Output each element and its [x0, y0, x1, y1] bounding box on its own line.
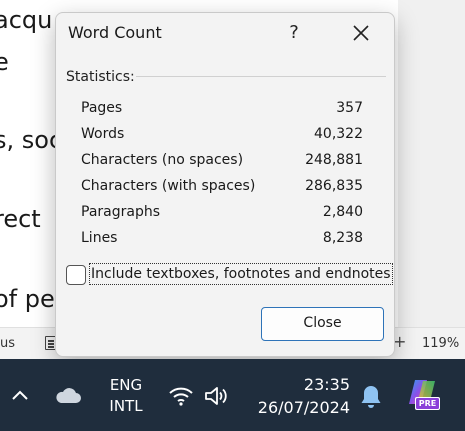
- document-text: acqu: [0, 6, 53, 34]
- statistics-label: Statistics:: [66, 69, 135, 85]
- show-hidden-icons-chevron-icon[interactable]: [10, 387, 30, 406]
- stat-value: 357: [336, 100, 363, 116]
- zoom-in-icon[interactable]: +: [393, 332, 406, 351]
- stat-label: Words: [81, 126, 125, 142]
- word-count-dialog: Word Count ? Statistics: Pages 357 Words…: [55, 12, 395, 357]
- stat-label: Characters (no spaces): [81, 152, 244, 168]
- include-textboxes-label[interactable]: Include textboxes, footnotes and endnote…: [89, 263, 393, 285]
- stat-row-pages: Pages 357: [81, 97, 363, 123]
- stat-value: 286,835: [305, 178, 363, 194]
- document-text: of pe: [0, 285, 55, 313]
- include-textboxes-checkbox[interactable]: [66, 265, 86, 285]
- document-margin: [398, 0, 465, 327]
- stat-value: 8,238: [322, 230, 363, 246]
- clock-time: 23:35: [303, 375, 350, 394]
- volume-icon[interactable]: [203, 385, 231, 411]
- stat-label: Lines: [81, 230, 118, 246]
- wifi-icon[interactable]: [168, 385, 194, 411]
- input-language-indicator[interactable]: ENG INTL: [100, 375, 152, 417]
- stat-label: Pages: [81, 100, 123, 116]
- document-text: rect: [0, 205, 41, 233]
- stat-value: 248,881: [305, 152, 363, 168]
- stat-label: Characters (with spaces): [81, 178, 256, 194]
- stat-label: Paragraphs: [81, 204, 161, 220]
- zoom-level[interactable]: 119%: [422, 336, 459, 351]
- copilot-preview-icon[interactable]: PRE: [405, 377, 443, 417]
- close-icon-glyph: [353, 25, 369, 41]
- statistics-table: Pages 357 Words 40,322 Characters (no sp…: [81, 97, 363, 253]
- close-icon[interactable]: [346, 19, 376, 47]
- stat-row-lines: Lines 8,238: [81, 227, 363, 253]
- stat-row-characters-with-spaces: Characters (with spaces) 286,835: [81, 175, 363, 201]
- clock-date: 26/07/2024: [257, 398, 350, 417]
- status-text[interactable]: us: [0, 336, 15, 351]
- system-clock[interactable]: 23:35 26/07/2024: [250, 373, 350, 419]
- onedrive-cloud-icon[interactable]: [54, 387, 82, 409]
- stat-value: 40,322: [314, 126, 363, 142]
- help-button[interactable]: ?: [282, 19, 306, 47]
- close-button[interactable]: Close: [261, 307, 384, 341]
- taskbar: ENG INTL 23:35 26/07/2024 PRE: [0, 359, 465, 431]
- copilot-badge: PRE: [418, 399, 437, 408]
- keyboard-layout: INTL: [109, 397, 143, 415]
- stat-value: 2,840: [322, 204, 363, 220]
- stat-row-characters-no-spaces: Characters (no spaces) 248,881: [81, 149, 363, 175]
- dialog-title: Word Count: [68, 23, 162, 42]
- language-code: ENG: [109, 376, 143, 394]
- notifications-bell-icon[interactable]: [360, 384, 382, 414]
- stat-row-paragraphs: Paragraphs 2,840: [81, 201, 363, 227]
- stat-row-words: Words 40,322: [81, 123, 363, 149]
- document-text: e: [0, 48, 9, 76]
- document-text: s, soc: [0, 126, 63, 154]
- section-divider: [136, 76, 386, 77]
